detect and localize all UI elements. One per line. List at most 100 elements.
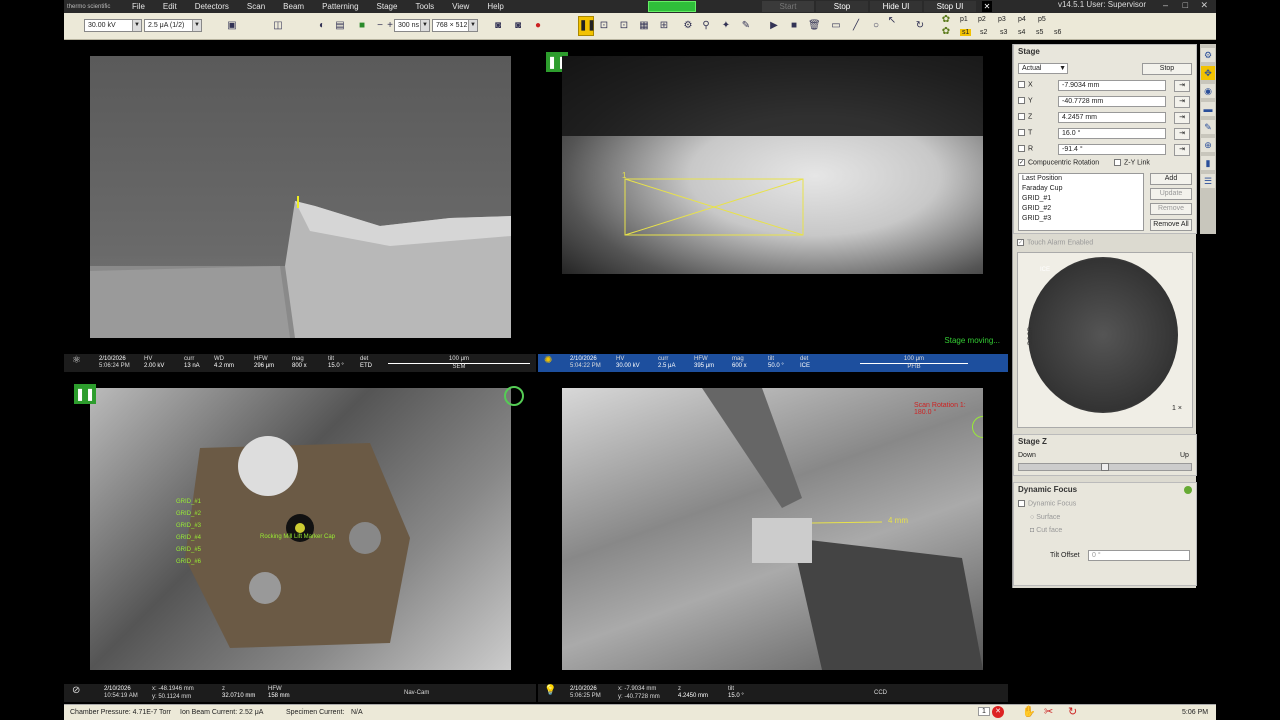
zy-link-checkbox[interactable]: Z-Y Link — [1114, 159, 1150, 166]
stage-stop-button[interactable]: Stop — [1142, 63, 1192, 75]
navigation-icon[interactable]: ✥ — [1201, 66, 1215, 80]
preset-p1[interactable]: p1 — [960, 16, 968, 23]
pattern-overlay[interactable]: 1 — [562, 56, 983, 274]
quad-3-pause-icon[interactable]: ❚❚ — [74, 384, 96, 404]
settings-icon[interactable]: ⚙ — [1201, 48, 1215, 62]
list-item[interactable]: Last Position — [1022, 174, 1143, 184]
menu-detectors[interactable]: Detectors — [187, 2, 239, 11]
measure-icon[interactable]: ⊞ — [658, 20, 670, 32]
menu-help[interactable]: Help — [479, 2, 513, 11]
list-item[interactable]: GRID_#2 — [1022, 204, 1143, 214]
beam-settings-icon[interactable]: ▣ — [226, 20, 238, 32]
preset-p4[interactable]: p4 — [1018, 16, 1026, 23]
adjust-icon[interactable]: ☰ — [1201, 174, 1215, 188]
compucentric-checkbox[interactable]: ✓ Compucentric Rotation — [1018, 159, 1099, 166]
cut-face-radio[interactable]: ◘ Cut face — [1030, 527, 1062, 534]
contrast-icon[interactable]: ◐ — [316, 20, 328, 32]
select-area-icon[interactable]: ⊡ — [618, 20, 630, 32]
line-icon[interactable]: ╱ — [850, 20, 862, 32]
delete-icon[interactable]: 🗑 — [808, 20, 821, 32]
menu-view[interactable]: View — [444, 2, 479, 11]
preset-s3[interactable]: s3 — [1000, 29, 1007, 36]
goto-r-icon[interactable]: ⇥ — [1174, 144, 1190, 156]
pause-button[interactable]: ❚❚ — [578, 16, 596, 36]
dynamic-focus-checkbox[interactable]: Dynamic Focus — [1018, 500, 1076, 507]
zoom-icon[interactable]: ⊡ — [598, 20, 610, 32]
maximize-icon[interactable]: □ — [1183, 0, 1188, 10]
preset-s2[interactable]: s2 — [980, 29, 987, 36]
coord-x-field[interactable]: -7.9034 mm — [1058, 80, 1166, 91]
window-close-icon[interactable]: ✕ — [1200, 0, 1208, 11]
stage-map-image[interactable] — [1028, 257, 1178, 413]
beam-current-select[interactable]: 2.5 μA (1/2) ▼ — [144, 19, 202, 32]
error-icon[interactable]: ✕ — [992, 706, 1004, 718]
preset-p3[interactable]: p3 — [998, 16, 1006, 23]
error-count-badge[interactable]: 1 — [978, 707, 990, 716]
quad-3-viewer[interactable]: ❚❚ GRID_#1 GRID_#2 GRID_#3 GRID_#4 GRID_… — [64, 374, 536, 684]
stage-z-slider-handle[interactable] — [1101, 463, 1109, 471]
remove-position-button[interactable]: Remove — [1150, 203, 1192, 215]
sem-image[interactable] — [90, 56, 511, 338]
reduced-area-icon[interactable]: ■ — [356, 20, 368, 32]
navigate-icon[interactable]: ↻ — [914, 20, 926, 32]
cylinder-icon[interactable]: ▮ — [1201, 156, 1215, 170]
coord-z-field[interactable]: 4.2457 mm — [1058, 112, 1166, 123]
list-item[interactable]: GRID_#1 — [1022, 194, 1143, 204]
goto-x-icon[interactable]: ⇥ — [1174, 80, 1190, 92]
navcam-image[interactable]: GRID_#1 GRID_#2 GRID_#3 GRID_#4 GRID_#5 … — [90, 388, 511, 670]
list-item[interactable]: GRID_#3 — [1022, 214, 1143, 224]
grid-icon[interactable]: ▦ — [638, 20, 650, 32]
goto-y-icon[interactable]: ⇥ — [1174, 96, 1190, 108]
gis-icon[interactable]: ⚲ — [700, 20, 712, 32]
menu-edit[interactable]: Edit — [155, 2, 187, 11]
stage-map[interactable]: ICE DOOR ETD 1 × — [1017, 252, 1193, 428]
crosshair-icon[interactable]: ⊕ — [1201, 138, 1215, 152]
tilt-offset-field[interactable]: 0 ° — [1088, 550, 1190, 561]
stop-button[interactable]: Stop — [816, 1, 868, 12]
stop-pattern-icon[interactable]: ■ — [788, 20, 800, 32]
pattern-icon[interactable]: ✎ — [740, 20, 752, 32]
menu-tools[interactable]: Tools — [407, 2, 444, 11]
user-icon[interactable]: ✋ — [1022, 705, 1036, 718]
scan-mode-icon[interactable]: ▤ — [334, 20, 346, 32]
quad-2-viewer[interactable]: ❚❚ 1 Stage moving... — [538, 44, 1008, 354]
preset-p2[interactable]: p2 — [978, 16, 986, 23]
record-icon[interactable]: ● — [532, 20, 544, 32]
detector-icon[interactable]: ◫ — [272, 20, 284, 32]
rectangle-icon[interactable]: ▭ — [830, 20, 842, 32]
ccd-image[interactable]: 4 mm Scan Rotation 1: 180.0 ° — [562, 388, 983, 670]
preset-p5[interactable]: p5 — [1038, 16, 1046, 23]
surface-radio[interactable]: ○ Surface — [1030, 514, 1060, 521]
goto-t-icon[interactable]: ⇥ — [1174, 128, 1190, 140]
quad-1-viewer[interactable] — [64, 44, 536, 354]
eye-icon[interactable]: ◉ — [1201, 84, 1215, 98]
refresh-icon[interactable]: ↻ — [1068, 705, 1077, 718]
preset-s5[interactable]: s5 — [1036, 29, 1043, 36]
stage-tool-icon[interactable]: ⚙ — [682, 20, 694, 32]
arrow-icon[interactable]: ↖ — [886, 15, 898, 27]
tools-icon[interactable]: ✂ — [1044, 705, 1053, 718]
resolution-select[interactable]: 768 × 512 ▼ — [432, 19, 478, 32]
close-icon[interactable]: ✕ — [982, 1, 992, 12]
menu-patterning[interactable]: Patterning — [314, 2, 368, 11]
coord-t-field[interactable]: 16.0 ° — [1058, 128, 1166, 139]
touch-alarm-checkbox[interactable]: ✓ Touch Alarm Enabled — [1017, 239, 1093, 246]
hv-select[interactable]: 30.00 kV ▼ — [84, 19, 142, 32]
hide-ui-button[interactable]: Hide UI — [870, 1, 922, 12]
nav-target-icon[interactable] — [504, 386, 524, 406]
coord-r-field[interactable]: -91.4 ° — [1058, 144, 1166, 155]
dwell-time-select[interactable]: 300 ns ▼ — [394, 19, 430, 32]
menu-beam[interactable]: Beam — [275, 2, 314, 11]
pfib-image[interactable]: 1 — [562, 56, 983, 274]
update-position-button[interactable]: Update — [1150, 188, 1192, 200]
quad-4-viewer[interactable]: 4 mm Scan Rotation 1: 180.0 ° — [538, 374, 1008, 684]
add-position-button[interactable]: Add — [1150, 173, 1192, 185]
position-list[interactable]: Last Position Faraday Cup GRID_#1 GRID_#… — [1018, 173, 1144, 231]
menu-file[interactable]: File — [124, 2, 155, 11]
preset-s4[interactable]: s4 — [1018, 29, 1025, 36]
goto-z-icon[interactable]: ⇥ — [1174, 112, 1190, 124]
minimize-icon[interactable]: – — [1163, 0, 1168, 10]
stop-ui-button[interactable]: Stop UI — [924, 1, 976, 12]
stage-mode-select[interactable]: Actual ▼ — [1018, 63, 1068, 74]
play-icon[interactable]: ▶ — [768, 20, 780, 32]
